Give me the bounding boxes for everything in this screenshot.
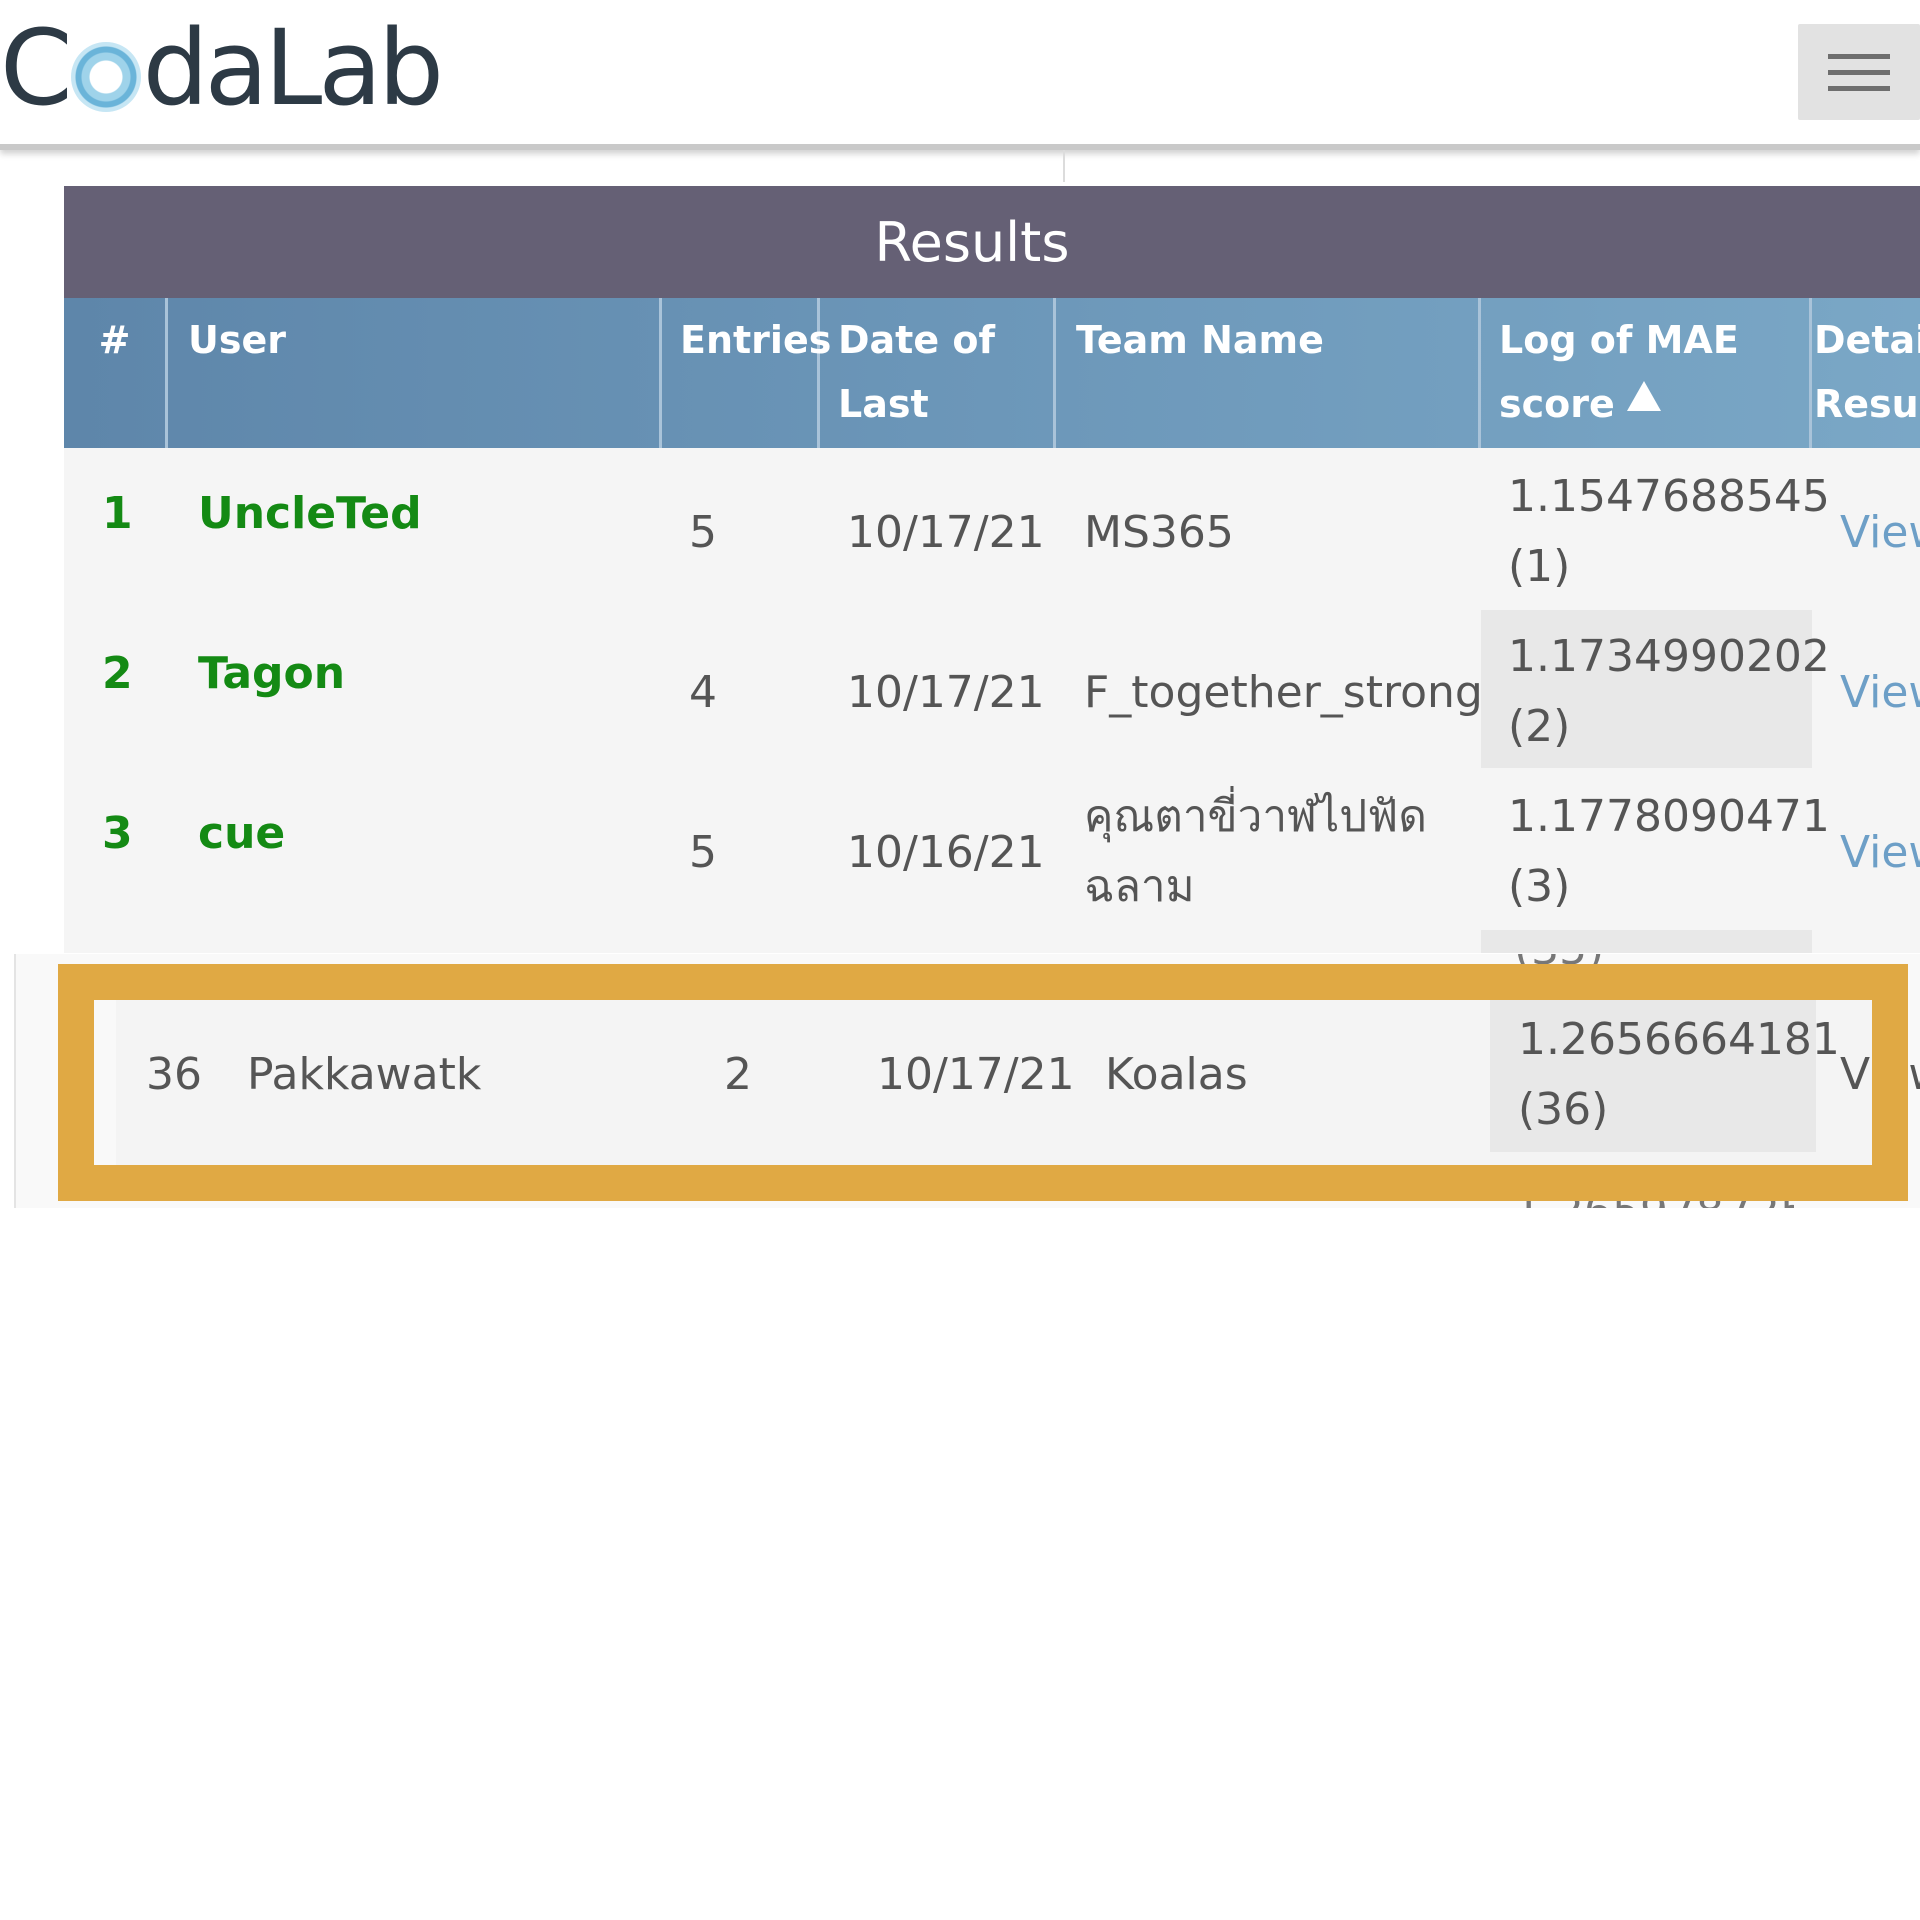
table-row: 3 cue 5 10/16/21 คุณตาขี่วาฬไปฟัด ฉลาม 1… <box>64 768 1920 928</box>
hamburger-menu-icon-bar-3 <box>1828 85 1890 91</box>
sort-ascending-icon <box>1626 381 1661 411</box>
table-row: 1 UncleTed 5 10/17/21 MS365 1.1547688545… <box>64 448 1920 608</box>
hamburger-menu-icon <box>1828 53 1890 59</box>
date-cell: 10/16/21 <box>847 827 1045 878</box>
column-header-score[interactable]: Log of MAE score <box>1481 298 1812 448</box>
logo-o-mark-icon <box>70 42 141 112</box>
rank-cell: 3 <box>102 808 133 859</box>
score-cell-shade <box>1481 930 1812 953</box>
logo-text-right: daLab <box>142 7 444 129</box>
team-name-cell-line2: ฉลาม <box>1084 861 1195 912</box>
score-rank-cell: (3) <box>1508 861 1571 912</box>
page-divider <box>1063 150 1065 182</box>
entries-cell: 5 <box>689 827 717 878</box>
view-link[interactable]: View <box>1840 658 1920 728</box>
view-link[interactable]: View <box>1840 498 1920 568</box>
view-link[interactable]: View <box>1840 818 1920 888</box>
highlight-frame <box>58 964 1908 1201</box>
date-cell: 10/17/21 <box>847 667 1045 718</box>
table-row: 2 Tagon 4 10/17/21 F_together_strong 1.1… <box>64 608 1920 768</box>
rank-cell: 2 <box>102 648 133 699</box>
user-link[interactable]: UncleTed <box>198 479 422 549</box>
score-rank-cell: (2) <box>1508 701 1571 752</box>
team-name-cell: MS365 <box>1084 507 1234 558</box>
score-rank-cell: (1) <box>1508 541 1571 592</box>
rank-cell: 1 <box>102 488 133 539</box>
user-link[interactable]: cue <box>198 799 285 869</box>
codalab-logo[interactable]: C daLab <box>0 7 444 129</box>
score-cell: 1.1734990202 <box>1508 631 1830 682</box>
results-table-header: # User Entries Date of Last Entry Team N… <box>64 298 1920 490</box>
team-name-cell: F_together_strong <box>1084 667 1483 718</box>
hamburger-menu-icon-bar-2 <box>1828 69 1890 75</box>
results-title: Results <box>64 186 1920 298</box>
column-header-rank[interactable]: # <box>64 298 168 448</box>
team-name-cell: คุณตาขี่วาฬไปฟัด <box>1084 791 1427 842</box>
column-header-team-name[interactable]: Team Name <box>1056 298 1481 448</box>
logo-text-left: C <box>0 7 73 129</box>
entries-cell: 5 <box>689 507 717 558</box>
results-table-body: 1 UncleTed 5 10/17/21 MS365 1.1547688545… <box>64 448 1920 953</box>
hamburger-menu-button[interactable] <box>1798 24 1920 120</box>
score-cell: 1.1778090471 <box>1508 791 1830 842</box>
column-header-detailed-results[interactable]: Detail Result <box>1812 298 1920 448</box>
date-cell: 10/17/21 <box>847 507 1045 558</box>
column-header-user[interactable]: User <box>168 298 662 448</box>
column-header-entries[interactable]: Entries <box>662 298 831 448</box>
top-navbar: C daLab <box>0 0 1920 150</box>
user-link[interactable]: Tagon <box>198 639 345 709</box>
score-cell: 1.1547688545 <box>1508 471 1830 522</box>
column-header-date[interactable]: Date of Last Entry <box>820 298 1056 490</box>
entries-cell: 4 <box>689 667 717 718</box>
